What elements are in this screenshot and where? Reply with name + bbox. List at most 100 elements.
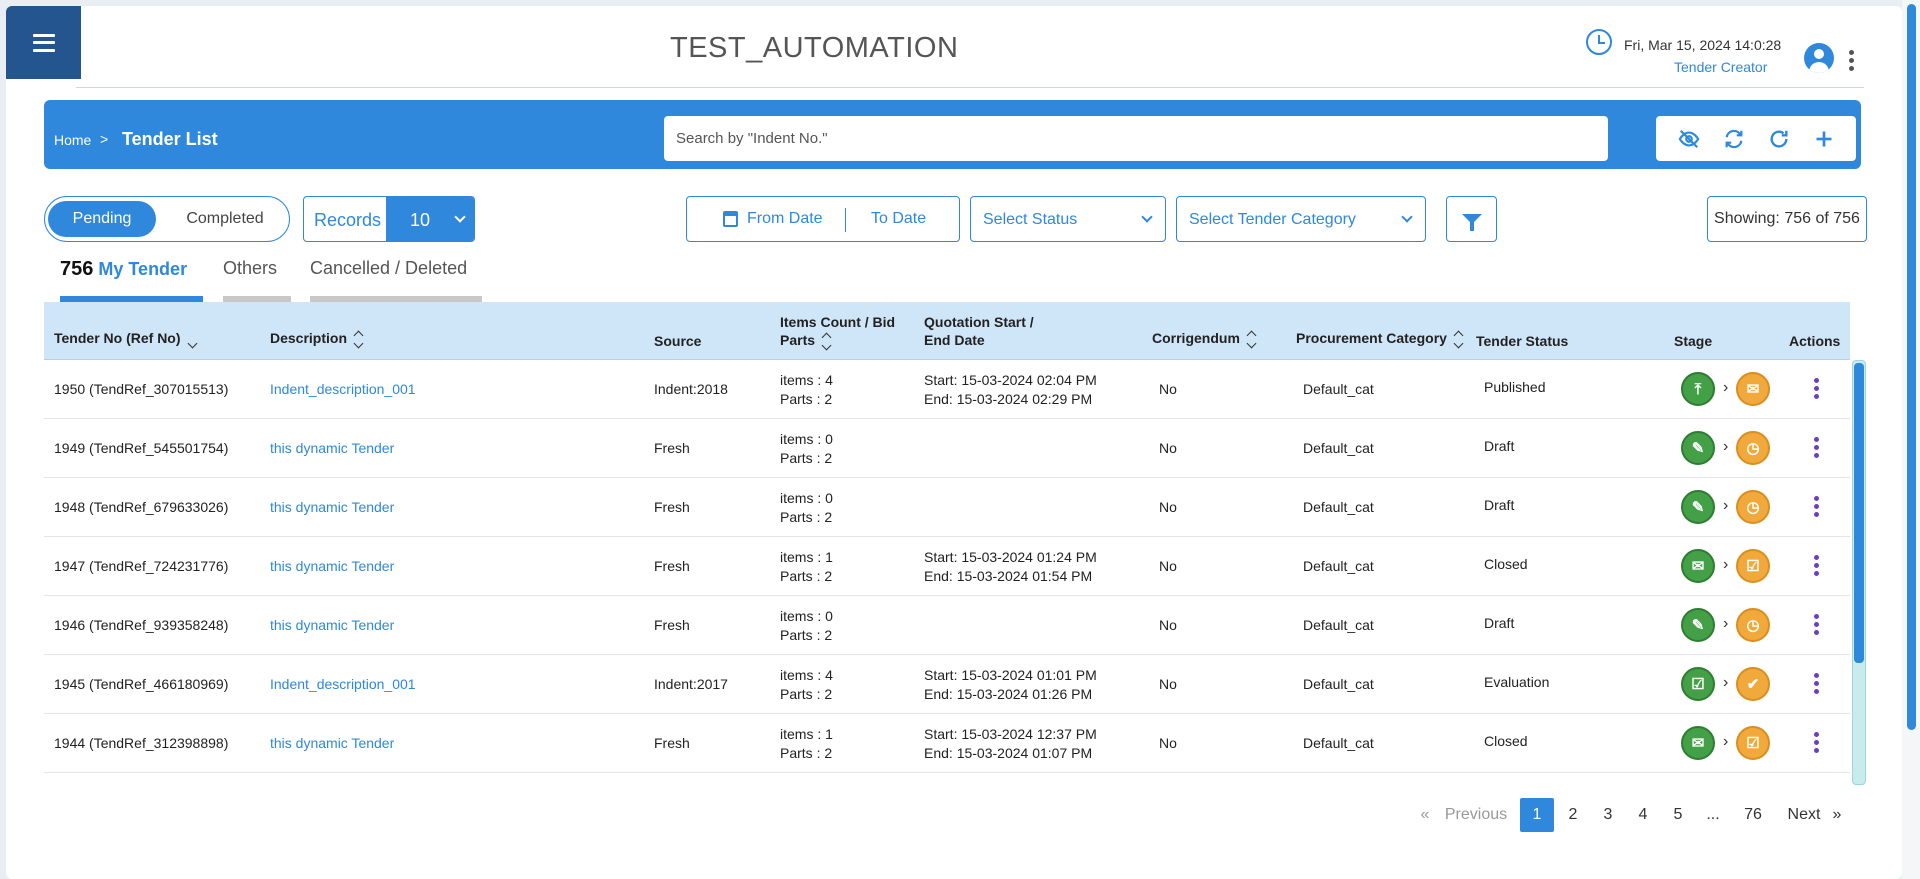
user-avatar-icon[interactable]	[1804, 43, 1834, 73]
stage-current-icon[interactable]: ☑	[1681, 667, 1715, 701]
cell-tender-no: 1946 (TendRef_939358248)	[54, 617, 229, 633]
row-actions-icon[interactable]	[1814, 555, 1819, 576]
stage-current-icon[interactable]: ✎	[1681, 490, 1715, 524]
filter-button[interactable]	[1446, 196, 1497, 242]
row-actions-icon[interactable]	[1814, 378, 1819, 399]
tab-my-tender[interactable]: 756 My Tender	[60, 258, 187, 281]
app-window: TEST_AUTOMATION Fri, Mar 15, 2024 14:0:2…	[6, 6, 1902, 879]
sort-icon[interactable]	[353, 329, 365, 349]
cell-source: Indent:2018	[654, 381, 728, 397]
pagination-page[interactable]: 5	[1661, 798, 1695, 832]
table-row[interactable]: 1946 (TendRef_939358248) this dynamic Ten…	[44, 596, 1850, 655]
table-row[interactable]: 1948 (TendRef_679633026) this dynamic Ten…	[44, 478, 1850, 537]
hamburger-menu-button[interactable]	[6, 6, 81, 79]
stage-next-icon[interactable]: ◷	[1736, 431, 1770, 465]
records-select[interactable]: 10	[386, 197, 474, 241]
toolbar-band: Home > Tender List	[44, 100, 1861, 169]
sort-icon[interactable]	[187, 329, 199, 349]
stage-current-icon[interactable]: ✎	[1681, 608, 1715, 642]
sort-icon[interactable]	[1453, 329, 1465, 349]
stage-next-icon[interactable]: ✉	[1736, 372, 1770, 406]
stage-next-icon[interactable]: ✔	[1736, 667, 1770, 701]
table-row[interactable]: 1950 (TendRef_307015513) Indent_descripti…	[44, 360, 1850, 419]
cell-source: Indent:2017	[654, 676, 728, 692]
sort-icon[interactable]	[821, 331, 833, 351]
chevron-down-icon	[454, 211, 466, 223]
pagination-page[interactable]: 4	[1626, 798, 1660, 832]
pagination-page[interactable]: 2	[1556, 798, 1590, 832]
refresh-icon[interactable]	[1764, 124, 1794, 154]
table-row[interactable]: 1945 (TendRef_466180969) Indent_descripti…	[44, 655, 1850, 714]
cell-procurement-category: Default_cat	[1303, 617, 1374, 633]
cell-quotation-dates: Start: 15-03-2024 12:37 PM End: 15-03-202…	[924, 726, 1097, 761]
row-actions-icon[interactable]	[1814, 614, 1819, 635]
pagination-page[interactable]: 3	[1591, 798, 1625, 832]
stage-current-icon[interactable]: ✉	[1681, 549, 1715, 583]
pagination-page[interactable]: 1	[1520, 798, 1554, 832]
row-actions-icon[interactable]	[1814, 732, 1819, 753]
cell-procurement-category: Default_cat	[1303, 440, 1374, 456]
pagination-last[interactable]: »	[1830, 798, 1844, 832]
stage-current-icon[interactable]: ⤒	[1681, 372, 1715, 406]
header-procurement-category[interactable]: Procurement Category	[1296, 329, 1465, 349]
cell-description-link[interactable]: this dynamic Tender	[270, 616, 394, 635]
breadcrumb-home[interactable]: Home	[54, 132, 91, 148]
header-items-count[interactable]: Items Count / Bid Parts	[780, 313, 895, 351]
stage-current-icon[interactable]: ✎	[1681, 431, 1715, 465]
cell-quotation-dates: Start: 15-03-2024 01:01 PM End: 15-03-202…	[924, 667, 1097, 702]
cell-description-link[interactable]: this dynamic Tender	[270, 439, 394, 458]
hamburger-icon	[32, 33, 55, 52]
header-tender-no[interactable]: Tender No (Ref No)	[54, 329, 199, 349]
page-scrollbar-thumb[interactable]	[1907, 4, 1916, 730]
page-scrollbar[interactable]	[1902, 0, 1920, 879]
header-description[interactable]: Description	[270, 329, 365, 349]
pagination-page[interactable]: 76	[1736, 798, 1770, 832]
records-value: 10	[410, 209, 431, 230]
cell-corrigendum: No	[1159, 558, 1177, 574]
table-row[interactable]: 1949 (TendRef_545501754) this dynamic Ten…	[44, 419, 1850, 478]
stage-arrow-icon: ›	[1723, 438, 1729, 455]
tab-cancelled-deleted[interactable]: Cancelled / Deleted	[310, 258, 467, 279]
showing-count: Showing: 756 of 756	[1707, 196, 1867, 242]
table-row[interactable]: 1944 (TendRef_312398898) this dynamic Ten…	[44, 714, 1850, 773]
cell-description-link[interactable]: Indent_description_001	[270, 675, 416, 694]
pagination-next[interactable]: Next	[1784, 798, 1824, 832]
sort-icon[interactable]	[1246, 329, 1258, 349]
cell-items: items : 0 Parts : 2	[780, 490, 833, 525]
cell-tender-status: Closed	[1484, 556, 1528, 572]
from-date-field[interactable]: From Date	[747, 210, 823, 228]
eye-off-icon[interactable]	[1674, 124, 1704, 154]
stage-next-icon[interactable]: ☑	[1736, 726, 1770, 760]
stage-next-icon[interactable]: ☑	[1736, 549, 1770, 583]
pagination-first: «	[1420, 806, 1430, 823]
table-row[interactable]: 1947 (TendRef_724231776) this dynamic Ten…	[44, 537, 1850, 596]
header-divider	[76, 87, 1864, 88]
plus-icon[interactable]	[1809, 124, 1839, 154]
cell-description-link[interactable]: Indent_description_001	[270, 380, 416, 399]
date-range-picker[interactable]: From Date To Date	[686, 196, 960, 242]
category-select[interactable]: Select Tender Category	[1176, 196, 1426, 242]
my-tender-count: 756	[60, 258, 94, 280]
toggle-pending[interactable]: Pending	[48, 201, 156, 237]
search-input[interactable]	[664, 116, 1608, 161]
stage-current-icon[interactable]: ✉	[1681, 726, 1715, 760]
stage-next-icon[interactable]: ◷	[1736, 490, 1770, 524]
tab-others[interactable]: Others	[223, 258, 277, 279]
table-scrollbar-thumb[interactable]	[1854, 363, 1864, 663]
row-actions-icon[interactable]	[1814, 437, 1819, 458]
table-scrollbar[interactable]	[1852, 360, 1866, 785]
cell-description-link[interactable]: this dynamic Tender	[270, 498, 394, 517]
more-options-icon[interactable]	[1849, 50, 1854, 71]
to-date-field[interactable]: To Date	[871, 210, 926, 228]
cell-tender-no: 1950 (TendRef_307015513)	[54, 381, 229, 397]
sync-icon[interactable]	[1719, 124, 1749, 154]
row-actions-icon[interactable]	[1814, 496, 1819, 517]
toggle-completed[interactable]: Completed	[165, 201, 285, 237]
cell-description-link[interactable]: this dynamic Tender	[270, 557, 394, 576]
cell-description-link[interactable]: this dynamic Tender	[270, 734, 394, 753]
status-select[interactable]: Select Status	[970, 196, 1166, 242]
row-actions-icon[interactable]	[1814, 673, 1819, 694]
header-corrigendum[interactable]: Corrigendum	[1152, 329, 1258, 349]
calendar-icon	[723, 211, 738, 227]
stage-next-icon[interactable]: ◷	[1736, 608, 1770, 642]
